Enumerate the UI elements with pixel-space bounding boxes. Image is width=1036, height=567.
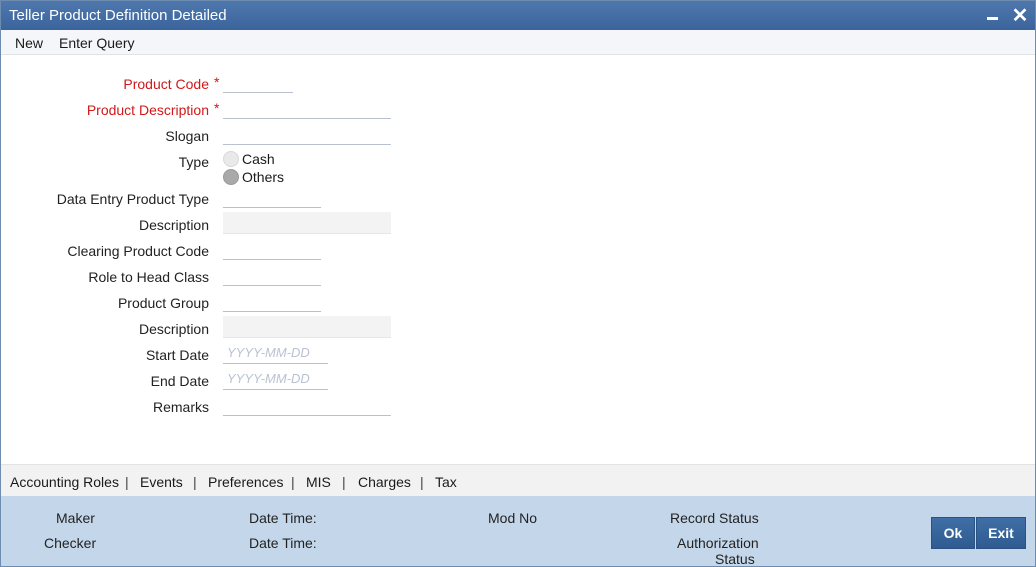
tab-mis[interactable]: MIS <box>306 474 331 490</box>
description-field <box>223 212 391 234</box>
sub-screen-tabs: Accounting Roles | Events | Preferences … <box>1 464 1035 497</box>
description-label: Description <box>138 217 209 233</box>
clearing-product-code-input[interactable] <box>223 238 321 260</box>
tab-separator: | <box>125 474 129 490</box>
product-description-label: Product Description <box>86 102 209 118</box>
tab-accounting-roles[interactable]: Accounting Roles <box>10 474 119 490</box>
product-description-input[interactable] <box>223 97 391 119</box>
clearing-product-code-label: Clearing Product Code <box>67 243 209 259</box>
data-entry-product-type-input[interactable] <box>223 186 321 208</box>
remarks-input[interactable] <box>223 394 391 416</box>
slogan-label: Slogan <box>165 128 209 144</box>
data-entry-product-type-label: Data Entry Product Type <box>56 191 209 207</box>
type-cash-label: Cash <box>242 151 275 167</box>
maker-label: Maker <box>56 510 95 526</box>
ok-button[interactable]: Ok <box>931 517 975 549</box>
group-description-field <box>223 316 391 338</box>
minimize-icon <box>986 16 998 20</box>
window-title: Teller Product Definition Detailed <box>9 7 227 24</box>
tab-preferences[interactable]: Preferences <box>208 474 283 490</box>
end-date-input[interactable] <box>223 368 328 390</box>
menu-bar: New Enter Query <box>1 30 1035 55</box>
audit-footer: Maker Checker Date Time: Date Time: Mod … <box>1 496 1035 567</box>
tab-separator: | <box>342 474 346 490</box>
close-button[interactable]: ✕ <box>1009 4 1031 27</box>
mod-no-label: Mod No <box>488 510 538 526</box>
type-cash-radio[interactable] <box>223 151 239 167</box>
tab-events[interactable]: Events <box>140 474 183 490</box>
product-definition-window: Teller Product Definition Detailed ✕ New… <box>0 0 1036 567</box>
close-icon: ✕ <box>1011 4 1029 27</box>
record-status-label: Record Status <box>670 510 759 526</box>
minimize-button[interactable] <box>981 4 1003 26</box>
product-code-input[interactable] <box>223 71 293 93</box>
tab-separator: | <box>193 474 197 490</box>
group-description-label: Description <box>138 321 209 337</box>
tab-separator: | <box>291 474 295 490</box>
authorization-status-label: Authorization <box>677 535 759 551</box>
role-to-head-class-input[interactable] <box>223 264 321 286</box>
type-others-radio[interactable] <box>223 169 239 185</box>
menu-enter-query[interactable]: Enter Query <box>59 35 134 51</box>
tab-charges[interactable]: Charges <box>358 474 411 490</box>
type-others-label: Others <box>242 169 285 185</box>
product-group-input[interactable] <box>223 290 321 312</box>
product-code-label: Product Code <box>123 76 209 92</box>
required-marker: * <box>214 74 220 90</box>
start-date-input[interactable] <box>223 342 328 364</box>
role-to-head-class-label: Role to Head Class <box>88 269 209 285</box>
end-date-label: End Date <box>150 373 209 389</box>
type-label: Type <box>178 154 209 170</box>
slogan-input[interactable] <box>223 123 391 145</box>
remarks-label: Remarks <box>152 399 209 415</box>
tab-tax[interactable]: Tax <box>435 474 457 490</box>
required-marker: * <box>214 100 220 116</box>
checker-label: Checker <box>44 535 97 551</box>
authorization-status-label-line2: Status <box>715 551 755 567</box>
maker-date-time-label: Date Time: <box>249 510 317 526</box>
product-group-label: Product Group <box>117 295 209 311</box>
checker-date-time-label: Date Time: <box>249 535 317 551</box>
start-date-label: Start Date <box>145 347 209 363</box>
tab-separator: | <box>420 474 424 490</box>
exit-button[interactable]: Exit <box>976 517 1026 549</box>
menu-new[interactable]: New <box>15 35 43 51</box>
title-bar[interactable]: Teller Product Definition Detailed ✕ <box>1 1 1035 30</box>
